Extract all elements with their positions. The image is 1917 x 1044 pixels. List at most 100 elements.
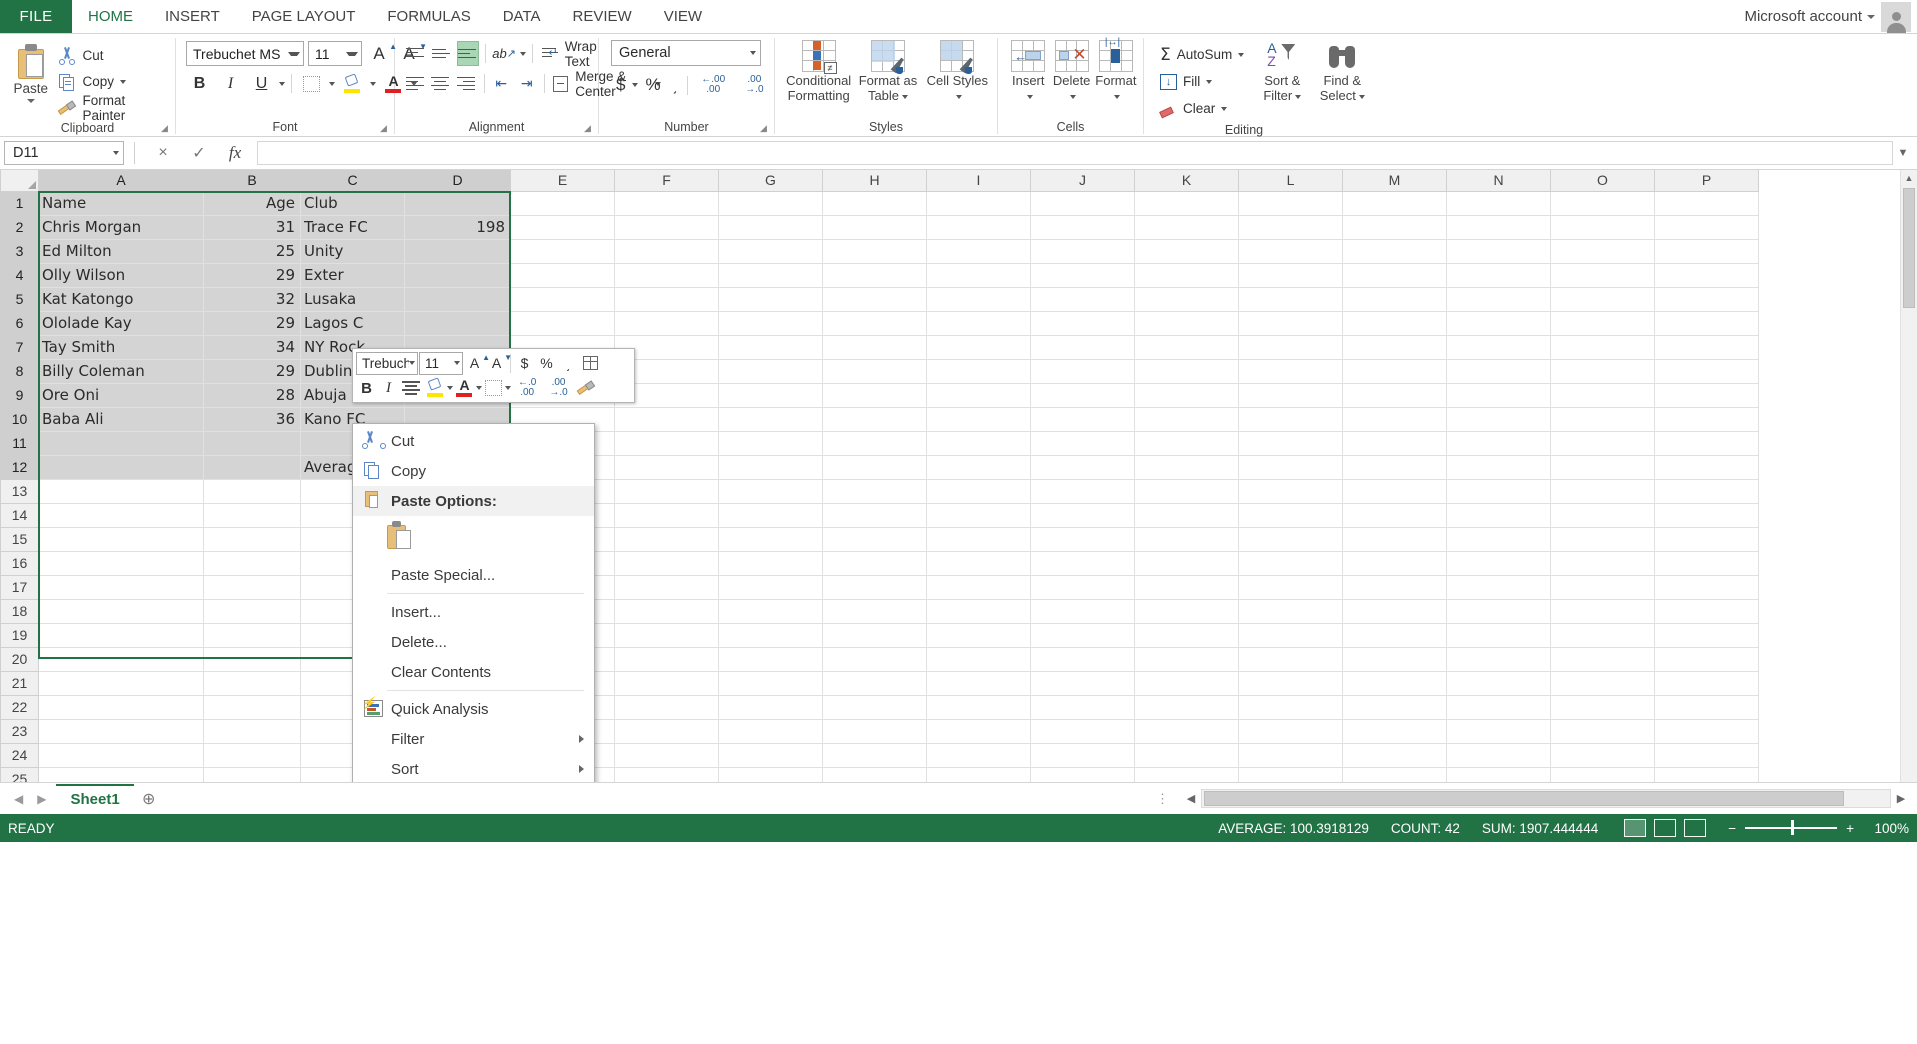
cell-G4[interactable]	[719, 263, 823, 287]
comma-style-button[interactable]: ͵	[668, 71, 684, 99]
cell-N11[interactable]	[1447, 431, 1551, 455]
clear-button[interactable]: Clear	[1156, 96, 1248, 121]
context-menu-item-sort[interactable]: Sort	[353, 754, 594, 782]
sheet-tab-sheet1[interactable]: Sheet1	[56, 784, 133, 814]
cell-B11[interactable]	[204, 431, 301, 455]
cell-F23[interactable]	[615, 719, 719, 743]
cell-F25[interactable]	[615, 767, 719, 782]
cell-A24[interactable]	[39, 743, 204, 767]
cell-F24[interactable]	[615, 743, 719, 767]
cell-I14[interactable]	[927, 503, 1031, 527]
cell-B19[interactable]	[204, 623, 301, 647]
cell-M5[interactable]	[1343, 287, 1447, 311]
cell-L3[interactable]	[1239, 239, 1343, 263]
cell-J20[interactable]	[1031, 647, 1135, 671]
number-format-select[interactable]: General	[611, 40, 761, 66]
cell-P25[interactable]	[1655, 767, 1759, 782]
cell-P19[interactable]	[1655, 623, 1759, 647]
cell-J23[interactable]	[1031, 719, 1135, 743]
cell-B8[interactable]: 29	[204, 359, 301, 383]
cell-K19[interactable]	[1135, 623, 1239, 647]
orientation-button[interactable]: ab↗	[492, 41, 516, 67]
chevron-down-icon[interactable]	[520, 52, 526, 56]
cell-G14[interactable]	[719, 503, 823, 527]
vertical-scrollbar-thumb[interactable]	[1903, 188, 1915, 308]
cell-F16[interactable]	[615, 551, 719, 575]
cell-L19[interactable]	[1239, 623, 1343, 647]
cell-P23[interactable]	[1655, 719, 1759, 743]
cell-K12[interactable]	[1135, 455, 1239, 479]
cell-N7[interactable]	[1447, 335, 1551, 359]
cell-L11[interactable]	[1239, 431, 1343, 455]
cell-J14[interactable]	[1031, 503, 1135, 527]
cell-F2[interactable]	[615, 215, 719, 239]
tab-file[interactable]: FILE	[0, 0, 72, 33]
cell-D1[interactable]	[405, 191, 511, 215]
cell-K24[interactable]	[1135, 743, 1239, 767]
cell-H20[interactable]	[823, 647, 927, 671]
cell-A19[interactable]	[39, 623, 204, 647]
row-header-7[interactable]: 7	[1, 335, 39, 359]
cell-L20[interactable]	[1239, 647, 1343, 671]
cell-A21[interactable]	[39, 671, 204, 695]
column-header-f[interactable]: F	[615, 170, 719, 191]
cell-N23[interactable]	[1447, 719, 1551, 743]
cell-M13[interactable]	[1343, 479, 1447, 503]
chevron-down-icon[interactable]	[505, 386, 511, 390]
align-center-button[interactable]	[431, 71, 453, 97]
cell-L9[interactable]	[1239, 383, 1343, 407]
cell-H15[interactable]	[823, 527, 927, 551]
tab-formulas[interactable]: FORMULAS	[371, 0, 486, 33]
cell-N25[interactable]	[1447, 767, 1551, 782]
cell-G17[interactable]	[719, 575, 823, 599]
cell-A3[interactable]: Ed Milton	[39, 239, 204, 263]
zoom-slider-thumb[interactable]	[1791, 820, 1794, 835]
cell-J25[interactable]	[1031, 767, 1135, 782]
cell-J6[interactable]	[1031, 311, 1135, 335]
cell-J7[interactable]	[1031, 335, 1135, 359]
cell-I24[interactable]	[927, 743, 1031, 767]
clipboard-dialog-launcher[interactable]: ◢	[159, 123, 170, 134]
cell-O16[interactable]	[1551, 551, 1655, 575]
cancel-formula-button[interactable]: ×	[145, 144, 181, 162]
column-header-m[interactable]: M	[1343, 170, 1447, 191]
cell-O9[interactable]	[1551, 383, 1655, 407]
cell-O21[interactable]	[1551, 671, 1655, 695]
row-header-18[interactable]: 18	[1, 599, 39, 623]
cell-F12[interactable]	[615, 455, 719, 479]
cell-G10[interactable]	[719, 407, 823, 431]
delete-cells-button[interactable]: ✕ Delete	[1051, 40, 1093, 103]
accounting-format-button[interactable]: $	[611, 71, 630, 99]
cell-A10[interactable]: Baba Ali	[39, 407, 204, 431]
cell-I18[interactable]	[927, 599, 1031, 623]
cell-J13[interactable]	[1031, 479, 1135, 503]
format-as-table-button[interactable]: Format as Table	[854, 40, 921, 103]
cell-N19[interactable]	[1447, 623, 1551, 647]
cell-E3[interactable]	[511, 239, 615, 263]
cell-L2[interactable]	[1239, 215, 1343, 239]
context-menu-item-quick-analysis[interactable]: ⚡ Quick Analysis	[353, 694, 594, 724]
cell-L6[interactable]	[1239, 311, 1343, 335]
cell-G12[interactable]	[719, 455, 823, 479]
cell-F3[interactable]	[615, 239, 719, 263]
cell-N16[interactable]	[1447, 551, 1551, 575]
cell-I6[interactable]	[927, 311, 1031, 335]
cell-F21[interactable]	[615, 671, 719, 695]
cell-K22[interactable]	[1135, 695, 1239, 719]
cell-N9[interactable]	[1447, 383, 1551, 407]
cell-H2[interactable]	[823, 215, 927, 239]
cell-C5[interactable]: Lusaka	[301, 287, 405, 311]
cell-F5[interactable]	[615, 287, 719, 311]
column-header-c[interactable]: C	[301, 170, 405, 191]
expand-formula-bar-button[interactable]: ▼	[1893, 147, 1913, 159]
row-header-24[interactable]: 24	[1, 743, 39, 767]
bold-button[interactable]: B	[186, 71, 213, 97]
cell-C2[interactable]: Trace FC	[301, 215, 405, 239]
cell-A23[interactable]	[39, 719, 204, 743]
cell-B18[interactable]	[204, 599, 301, 623]
increase-indent-button[interactable]: ⇥	[516, 71, 538, 97]
cell-H21[interactable]	[823, 671, 927, 695]
enter-formula-button[interactable]: ✓	[181, 143, 217, 163]
cell-K8[interactable]	[1135, 359, 1239, 383]
zoom-in-button[interactable]: +	[1846, 821, 1854, 836]
